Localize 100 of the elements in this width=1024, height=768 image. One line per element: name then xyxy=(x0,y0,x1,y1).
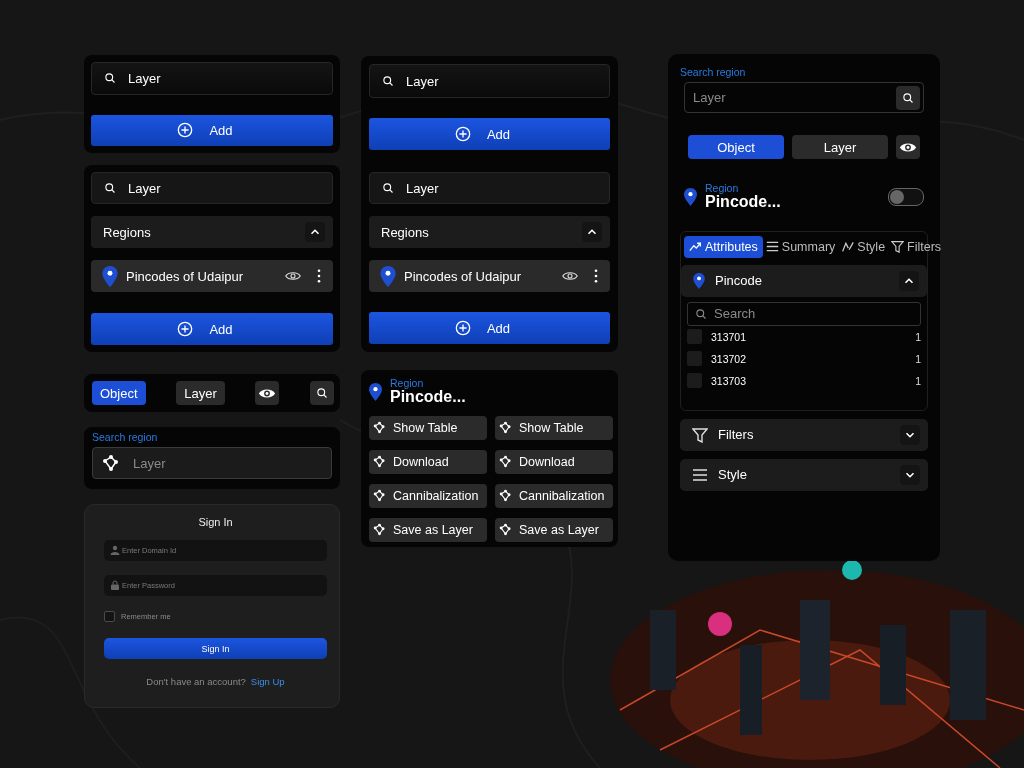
pin-icon xyxy=(693,272,705,289)
pin-icon xyxy=(684,187,697,206)
count-label: 1 xyxy=(915,374,921,387)
more-icon[interactable] xyxy=(594,269,598,283)
search-icon xyxy=(382,182,394,194)
polygon-icon xyxy=(499,421,512,435)
search-icon xyxy=(902,91,914,104)
sign-in-button[interactable]: Sign In xyxy=(104,638,327,659)
filter-icon xyxy=(692,426,708,443)
add-button[interactable]: Add xyxy=(369,118,610,150)
add-button[interactable]: Add xyxy=(91,114,333,146)
section-header[interactable]: Filters xyxy=(680,418,928,451)
plus-icon xyxy=(454,126,471,142)
more-icon[interactable] xyxy=(317,269,321,283)
visibility-button[interactable] xyxy=(896,135,920,159)
search-icon xyxy=(104,72,116,85)
chevron-icon[interactable] xyxy=(900,464,920,485)
chevron-icon[interactable] xyxy=(305,222,325,242)
count-label: 1 xyxy=(915,352,921,365)
pin-icon xyxy=(102,265,118,287)
action-button[interactable]: Download xyxy=(495,449,613,474)
polygon-icon xyxy=(373,523,386,537)
polygon-icon xyxy=(499,455,512,469)
action-button[interactable]: Save as Layer xyxy=(369,517,487,542)
search-value: Layer xyxy=(406,180,439,196)
add-button[interactable]: Add xyxy=(369,312,610,344)
pin-icon xyxy=(380,265,396,287)
section-header[interactable]: Regions xyxy=(91,216,333,248)
pincode-label: 313702 xyxy=(711,352,748,365)
region-search-field[interactable]: Layer xyxy=(92,447,332,479)
layer-name: Pincodes of Udaipur xyxy=(404,268,523,284)
search-icon xyxy=(104,182,116,194)
view-toggle-tab[interactable]: Layer xyxy=(176,381,225,405)
section-header[interactable]: Style xyxy=(680,458,928,491)
layer-name: Pincodes of Udaipur xyxy=(126,268,245,284)
add-button[interactable]: Add xyxy=(91,313,333,345)
field-label: Search region xyxy=(92,431,159,443)
count-label: 1 xyxy=(915,330,921,343)
polygon-icon xyxy=(373,489,386,503)
action-button[interactable]: Download xyxy=(369,449,487,474)
search-value: Layer xyxy=(128,71,161,86)
eye-icon xyxy=(899,140,917,154)
search-value: Layer xyxy=(406,73,439,89)
search-icon xyxy=(316,387,328,399)
filter-icon xyxy=(891,240,905,254)
search-icon xyxy=(695,307,707,320)
checkbox[interactable] xyxy=(104,611,115,622)
search-button[interactable] xyxy=(310,381,334,405)
sign-up-link[interactable]: Sign Up xyxy=(250,676,285,687)
tab[interactable]: Attributes xyxy=(684,235,763,258)
action-button[interactable]: Show Table xyxy=(369,415,487,440)
section-header[interactable]: Regions xyxy=(369,216,610,248)
layer-item[interactable]: Pincodes of Udaipur xyxy=(91,260,333,292)
search-field[interactable]: Layer xyxy=(369,64,610,98)
search-field[interactable]: Search xyxy=(687,301,921,326)
visibility-button[interactable] xyxy=(255,381,280,405)
action-button[interactable]: Save as Layer xyxy=(495,517,613,542)
tab[interactable]: Style xyxy=(838,235,889,258)
toggle-switch[interactable] xyxy=(888,187,924,206)
sign-in-title: Sign In xyxy=(198,516,233,528)
tab[interactable]: Summary xyxy=(762,235,839,258)
search-field[interactable]: Layer xyxy=(91,172,333,204)
search-icon xyxy=(382,75,394,87)
view-toggle-tab[interactable]: Object xyxy=(688,135,784,159)
lock-icon xyxy=(110,580,120,590)
eye-icon[interactable] xyxy=(562,270,578,282)
section-title: Pincode xyxy=(715,273,762,289)
eye-icon[interactable] xyxy=(285,270,301,282)
trend-icon xyxy=(689,240,702,254)
section-title: Filters xyxy=(718,427,754,443)
chevron-icon[interactable] xyxy=(900,424,920,445)
search-field[interactable]: Layer xyxy=(91,62,333,95)
polygon-icon xyxy=(499,523,512,537)
view-toggle-tab[interactable]: Object xyxy=(92,381,146,405)
section-title: Regions xyxy=(103,224,151,240)
action-button[interactable]: Cannibalization xyxy=(369,483,487,508)
tab[interactable]: Filters xyxy=(888,235,945,258)
view-toggle-tab[interactable]: Layer xyxy=(792,135,888,159)
search-value: Layer xyxy=(128,180,161,196)
section-header[interactable]: Pincode xyxy=(681,264,927,297)
section-title: Style xyxy=(718,467,747,483)
layer-item[interactable]: Pincodes of Udaipur xyxy=(369,260,610,292)
plus-icon xyxy=(177,122,194,139)
action-button[interactable]: Cannibalization xyxy=(495,483,613,508)
pincode-label: 313701 xyxy=(711,330,748,343)
search-field[interactable]: Layer xyxy=(369,172,610,204)
pin-icon xyxy=(369,382,382,401)
sign-up-prompt: Don't have an account? xyxy=(146,676,246,687)
field-label: Search region xyxy=(680,66,747,78)
region-search-field[interactable]: Layer xyxy=(684,82,924,113)
chevron-icon[interactable] xyxy=(899,270,919,291)
menu-icon xyxy=(692,466,708,483)
plus-icon xyxy=(454,320,471,336)
pincode-label: 313703 xyxy=(711,374,748,387)
brush-icon xyxy=(841,240,855,254)
search-button[interactable] xyxy=(896,85,920,110)
polygon-icon xyxy=(373,455,386,469)
action-button[interactable]: Show Table xyxy=(495,415,613,440)
region-title: Pincode... xyxy=(705,194,781,211)
chevron-icon[interactable] xyxy=(582,222,602,242)
